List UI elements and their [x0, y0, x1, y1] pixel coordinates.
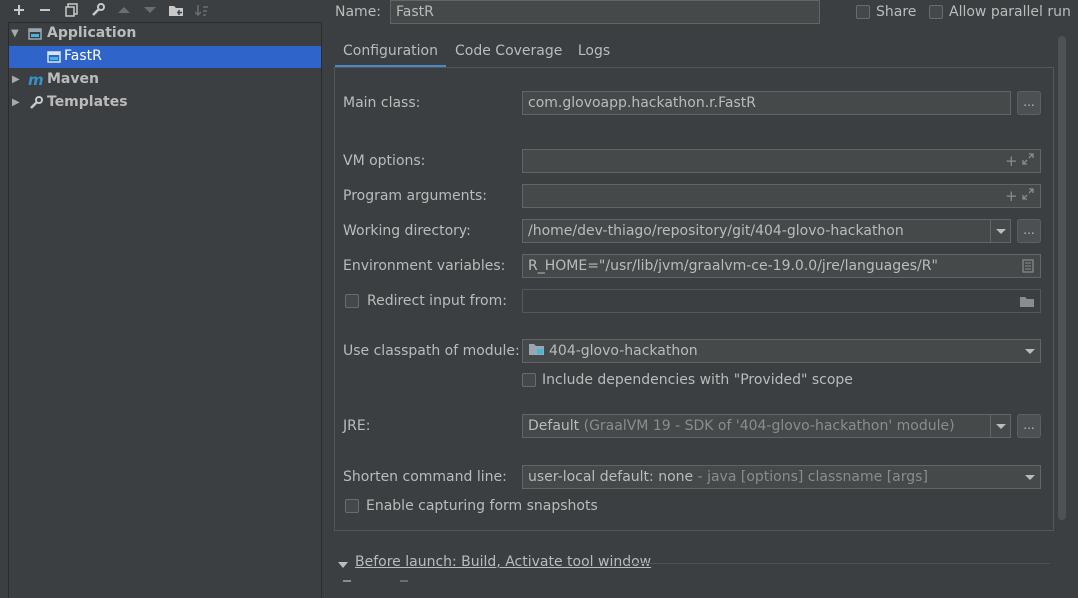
sort-icon[interactable]	[192, 0, 212, 20]
tree-item-label: Application	[47, 25, 137, 41]
wrench-icon	[29, 96, 43, 110]
jre-value: Default	[528, 418, 580, 434]
jre-combo[interactable]: Default (GraalVM 19 - SDK of '404-glovo-…	[522, 414, 1011, 438]
shorten-command-line-detail: - java [options] classname [args]	[697, 469, 928, 485]
plus-icon[interactable]: +	[1005, 152, 1018, 170]
shorten-command-line-value: user-local default: none	[528, 469, 694, 485]
share-checkbox[interactable]	[856, 5, 870, 19]
share-label: Share	[876, 4, 917, 20]
chevron-down-icon[interactable]	[338, 557, 348, 573]
chevron-down-icon[interactable]	[1020, 340, 1040, 362]
environment-variables-label: Environment variables:	[343, 258, 506, 274]
tab-logs[interactable]: Logs	[574, 40, 614, 68]
redirect-input-label: Redirect input from:	[367, 293, 507, 309]
folder-icon[interactable]	[1020, 295, 1034, 311]
classpath-module-label: Use classpath of module:	[343, 343, 520, 359]
copy-icon[interactable]	[62, 0, 82, 20]
name-input[interactable]: FastR	[390, 0, 820, 24]
wrench-icon[interactable]	[88, 0, 108, 20]
document-icon[interactable]	[1022, 259, 1034, 277]
maven-icon: m	[28, 71, 44, 89]
plus-icon[interactable]	[343, 580, 351, 584]
include-dependencies-label: Include dependencies with "Provided" sco…	[542, 372, 853, 388]
application-icon	[28, 27, 42, 41]
program-arguments-label: Program arguments:	[343, 188, 487, 204]
tree-item-label: Maven	[47, 71, 99, 87]
run-config-tree-panel: ▼ Application FastR ▶ m Maven ▶ Template…	[0, 0, 322, 598]
jre-browse-button[interactable]: ...	[1017, 414, 1041, 438]
working-directory-value: /home/dev-thiago/repository/git/404-glov…	[528, 223, 904, 239]
plus-icon[interactable]	[9, 0, 29, 20]
minus-icon[interactable]	[35, 0, 55, 20]
chevron-right-icon[interactable]: ▶	[12, 97, 20, 108]
chevron-down-icon[interactable]	[990, 220, 1010, 242]
edit-icon[interactable]	[400, 580, 408, 584]
tree-item-label: Templates	[47, 94, 128, 110]
chevron-down-icon[interactable]: ▼	[11, 28, 19, 39]
config-tree: ▼ Application FastR ▶ m Maven ▶ Template…	[8, 22, 322, 598]
jre-label: JRE:	[343, 418, 371, 434]
tree-toolbar	[0, 0, 322, 20]
arrow-down-icon[interactable]	[140, 0, 160, 20]
name-label: Name:	[335, 4, 382, 20]
shorten-command-line-label: Shorten command line:	[343, 469, 507, 485]
enable-snapshots-label: Enable capturing form snapshots	[366, 498, 598, 514]
tree-item-label: FastR	[64, 48, 102, 64]
tree-item-templates[interactable]: ▶ Templates	[9, 92, 321, 114]
classpath-module-value: 404-glovo-hackathon	[549, 343, 698, 359]
redirect-input-field[interactable]	[522, 289, 1041, 313]
tree-item-application[interactable]: ▼ Application	[9, 23, 321, 45]
main-class-input[interactable]: com.glovoapp.hackathon.r.FastR	[522, 91, 1011, 115]
application-icon	[47, 50, 61, 64]
main-class-browse-button[interactable]: ...	[1017, 91, 1041, 115]
arrow-up-icon[interactable]	[114, 0, 134, 20]
chevron-right-icon[interactable]: ▶	[12, 74, 20, 85]
chevron-down-icon[interactable]	[1020, 466, 1040, 488]
program-arguments-input[interactable]	[522, 184, 1041, 208]
working-directory-combo[interactable]: /home/dev-thiago/repository/git/404-glov…	[522, 219, 1011, 243]
module-folder-icon	[529, 340, 544, 362]
expand-icon[interactable]	[1022, 153, 1034, 169]
before-launch-label[interactable]: Before launch: Build, Activate tool wind…	[355, 554, 651, 570]
tab-configuration[interactable]: Configuration	[335, 40, 446, 68]
shorten-command-line-combo[interactable]: user-local default: none - java [options…	[522, 465, 1041, 489]
vm-options-input[interactable]	[522, 149, 1041, 173]
tree-item-maven[interactable]: ▶ m Maven	[9, 69, 321, 91]
new-folder-icon[interactable]	[166, 0, 186, 20]
chevron-down-icon[interactable]	[990, 415, 1010, 437]
vm-options-label: VM options:	[343, 153, 426, 169]
classpath-module-combo[interactable]: 404-glovo-hackathon	[522, 339, 1041, 363]
plus-icon[interactable]: +	[1005, 187, 1018, 205]
working-directory-label: Working directory:	[343, 223, 471, 239]
working-directory-browse-button[interactable]: ...	[1017, 219, 1041, 243]
tree-item-fastr[interactable]: FastR	[9, 46, 321, 68]
environment-variables-input[interactable]: R_HOME="/usr/lib/jvm/graalvm-ce-19.0.0/j…	[522, 254, 1041, 278]
divider	[628, 563, 1050, 564]
allow-parallel-run-checkbox[interactable]	[929, 5, 943, 19]
main-class-label: Main class:	[343, 95, 421, 111]
tab-code-coverage[interactable]: Code Coverage	[455, 40, 562, 68]
allow-parallel-run-label: Allow parallel run	[949, 4, 1071, 20]
jre-value-detail: (GraalVM 19 - SDK of '404-glovo-hackatho…	[583, 418, 955, 434]
include-dependencies-checkbox[interactable]	[522, 373, 536, 387]
enable-snapshots-checkbox[interactable]	[345, 499, 359, 513]
redirect-input-checkbox[interactable]	[345, 294, 359, 308]
scrollbar[interactable]	[1058, 36, 1066, 520]
expand-icon[interactable]	[1022, 188, 1034, 204]
